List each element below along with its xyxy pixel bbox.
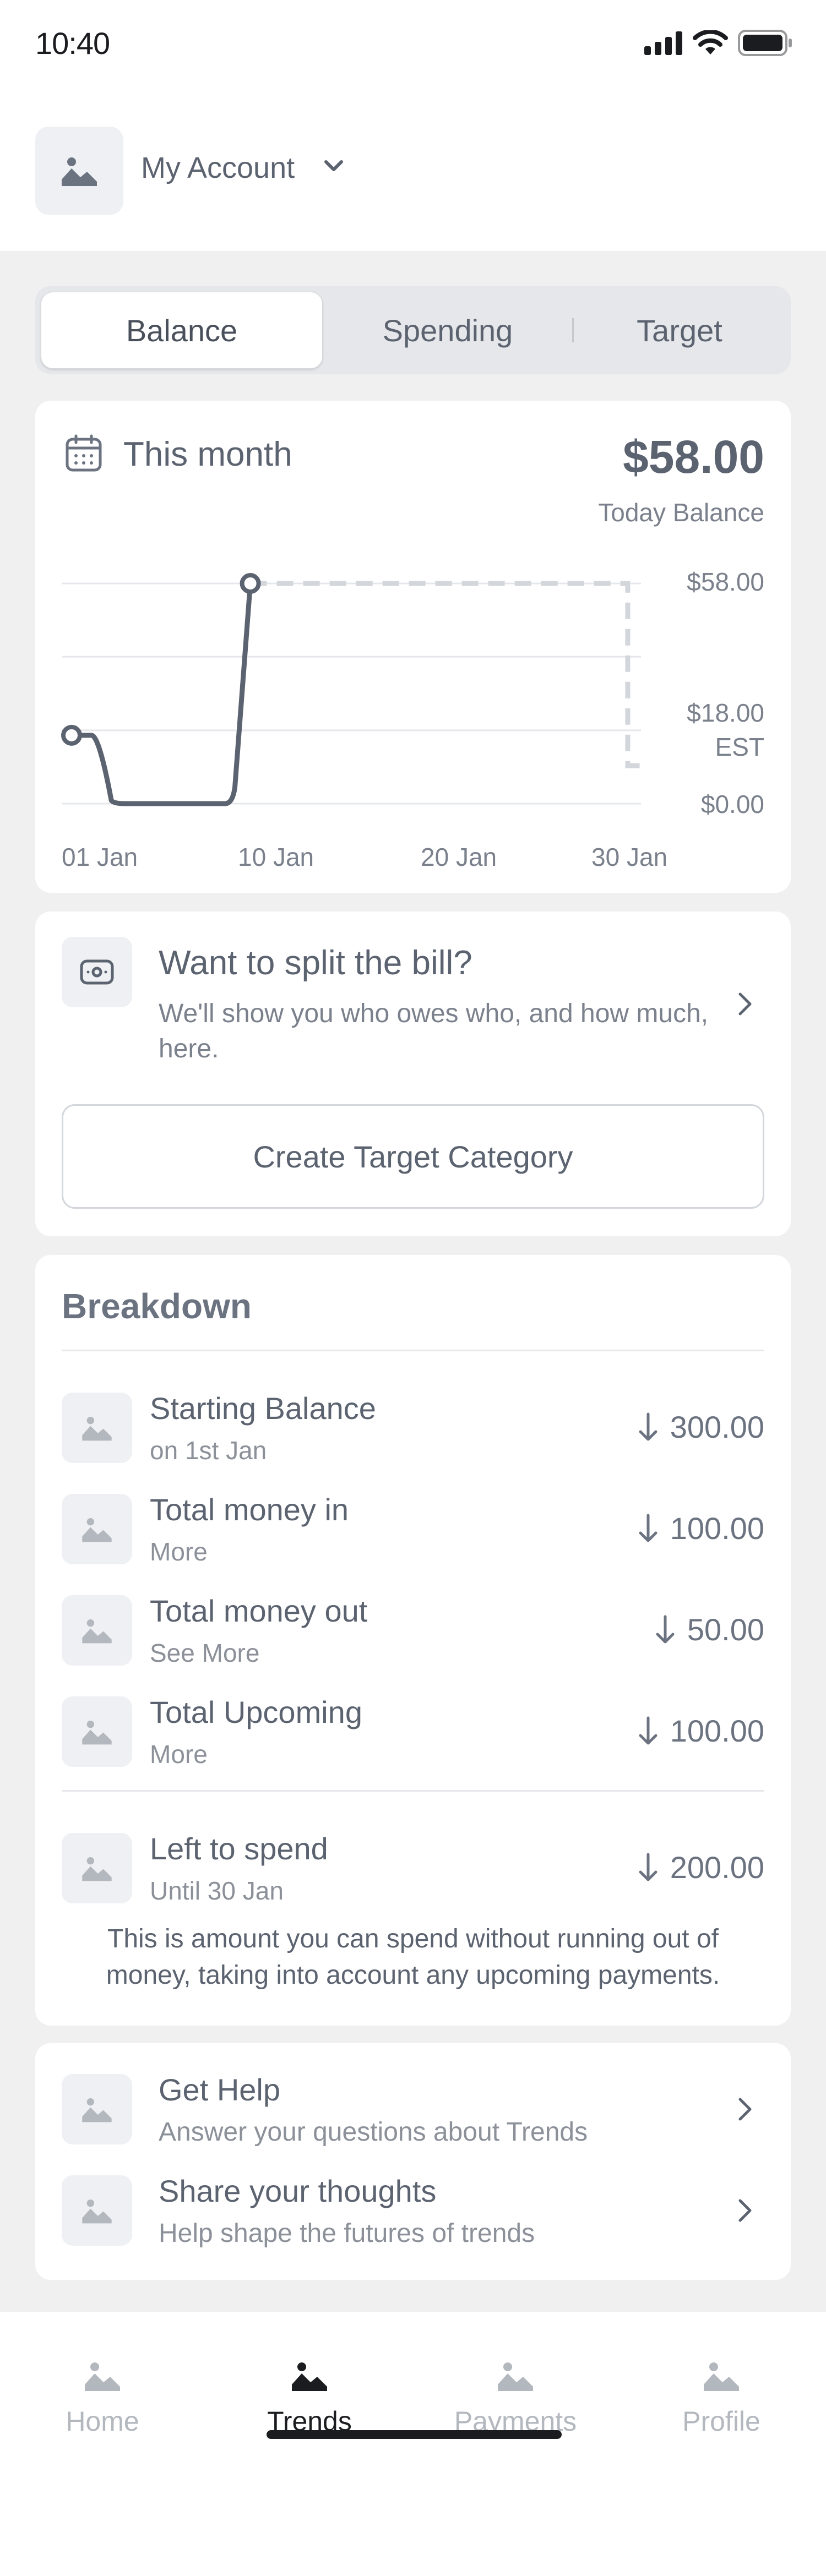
get-help-title[interactable]: Get Help: [159, 2072, 280, 2108]
account-title[interactable]: My Account: [141, 151, 295, 185]
breakdown-row-title[interactable]: Total Upcoming: [150, 1694, 362, 1730]
chart-point: [61, 724, 82, 746]
y-tick-label: EST: [715, 733, 764, 761]
image-icon: [292, 2362, 327, 2391]
amount-value: 100.00: [670, 1713, 764, 1748]
arrow-down-icon: [639, 1412, 657, 1440]
get-help-subtitle: Answer your questions about Trends: [159, 2117, 588, 2147]
arrow-down-icon: [639, 1514, 657, 1542]
image-icon: [62, 157, 97, 186]
breakdown-row-subtitle[interactable]: See More: [150, 1638, 259, 1668]
share-thoughts-title[interactable]: Share your thoughts: [159, 2173, 436, 2209]
breakdown-row-amount: 100.00: [638, 1713, 764, 1749]
image-icon: [82, 1857, 112, 1881]
help-card: Get Help Answer your questions about Tre…: [35, 2043, 791, 2280]
left-to-spend-subtitle: Until 30 Jan: [150, 1876, 284, 1905]
breakdown-row-title[interactable]: Total money out: [150, 1593, 367, 1629]
wallet-icon: [80, 959, 114, 985]
y-tick-label: $58.00: [687, 567, 764, 596]
battery-icon: [738, 30, 792, 56]
chevron-right-icon[interactable]: [735, 2195, 757, 2226]
row-icon-tile: [62, 1393, 132, 1463]
image-icon: [82, 1518, 112, 1542]
amount-value: 50.00: [687, 1612, 764, 1647]
chevron-right-icon[interactable]: [735, 2094, 757, 2125]
row-icon-tile: [62, 2074, 132, 2144]
breakdown-row-amount: 100.00: [638, 1510, 764, 1546]
image-icon: [85, 2362, 120, 2391]
arrow-down-icon: [639, 1853, 657, 1881]
image-icon: [704, 2362, 739, 2391]
bottom-tab-bar: Home Trends Payments Profile: [0, 2312, 826, 2576]
wifi-icon: [693, 30, 728, 54]
breakdown-row-title[interactable]: Starting Balance: [150, 1390, 376, 1426]
row-icon-tile: [62, 1696, 132, 1767]
share-thoughts-subtitle: Help shape the futures of trends: [159, 2219, 535, 2248]
image-icon: [82, 2098, 112, 2122]
arrow-down-icon: [656, 1615, 675, 1643]
home-indicator: [267, 2430, 562, 2439]
chevron-down-icon[interactable]: [320, 153, 347, 179]
amount-value: 300.00: [670, 1410, 764, 1444]
status-bar: 10:40: [0, 0, 826, 88]
tab-trends[interactable]: Trends: [238, 2358, 381, 2437]
y-tick-label: $0.00: [700, 790, 764, 818]
tab-label: Profile: [682, 2406, 760, 2437]
x-tick-label: 30 Jan: [591, 843, 668, 871]
left-to-spend-note: This is amount you can spend without run…: [106, 1924, 720, 1990]
x-tick-label: 10 Jan: [238, 843, 314, 871]
divider: [62, 1790, 764, 1792]
status-time: 10:40: [35, 26, 110, 61]
chart-series-line: [69, 581, 253, 806]
chart-point: [240, 573, 261, 594]
tab-spending[interactable]: Spending: [324, 292, 572, 369]
wallet-tile: [62, 937, 132, 1007]
image-icon: [82, 2200, 112, 2224]
tab-payments[interactable]: Payments: [444, 2358, 587, 2437]
tab-profile[interactable]: Profile: [650, 2358, 793, 2437]
split-bill-card: Want to split the bill? We'll show you w…: [35, 912, 791, 1236]
breakdown-row-subtitle: on 1st Jan: [150, 1436, 267, 1465]
amount-value: 100.00: [670, 1511, 764, 1546]
account-avatar[interactable]: [35, 127, 123, 215]
row-icon-tile: [62, 1595, 132, 1666]
row-icon-tile: [62, 1833, 132, 1903]
divider: [62, 1350, 764, 1351]
tab-home[interactable]: Home: [31, 2358, 174, 2437]
balance-card: This month $58.00 Today Balance $58.00 $…: [35, 401, 791, 893]
amount-value: 200.00: [670, 1850, 764, 1885]
tab-label: Home: [66, 2406, 139, 2437]
breakdown-row-amount: 300.00: [638, 1409, 764, 1445]
y-tick-label: $18.00: [687, 698, 764, 727]
split-title[interactable]: Want to split the bill?: [159, 943, 472, 983]
account-header: My Account: [0, 88, 826, 251]
chart-projection-line: [250, 581, 648, 768]
breakdown-row-subtitle[interactable]: More: [150, 1739, 208, 1769]
left-to-spend-title[interactable]: Left to spend: [150, 1831, 328, 1866]
x-tick-label: 20 Jan: [421, 843, 497, 871]
breakdown-row-amount: 50.00: [655, 1612, 764, 1647]
breakdown-row-subtitle[interactable]: More: [150, 1537, 208, 1567]
image-icon: [82, 1721, 112, 1745]
breakdown-row-title[interactable]: Total money in: [150, 1492, 349, 1527]
x-tick-label: 01 Jan: [62, 843, 138, 871]
breakdown-title: Breakdown: [62, 1286, 252, 1326]
image-icon: [82, 1619, 112, 1644]
breakdown-card: Breakdown Starting Balance on 1st Jan 30…: [35, 1255, 791, 2026]
left-to-spend-amount: 200.00: [638, 1849, 764, 1885]
tab-target[interactable]: Target: [574, 292, 785, 369]
row-icon-tile: [62, 2175, 132, 2246]
chevron-right-icon[interactable]: [735, 989, 757, 1019]
tab-balance[interactable]: Balance: [41, 292, 323, 369]
signal-icon: [644, 31, 682, 55]
view-tabs: Balance Spending Target: [35, 286, 791, 374]
balance-chart: [61, 573, 648, 806]
image-icon: [498, 2362, 533, 2391]
image-icon: [82, 1417, 112, 1441]
split-description: We'll show you who owes who, and how muc…: [159, 999, 709, 1063]
create-target-category-button[interactable]: Create Target Category: [62, 1104, 764, 1209]
status-icons: [644, 30, 793, 56]
arrow-down-icon: [639, 1716, 657, 1744]
row-icon-tile: [62, 1494, 132, 1564]
